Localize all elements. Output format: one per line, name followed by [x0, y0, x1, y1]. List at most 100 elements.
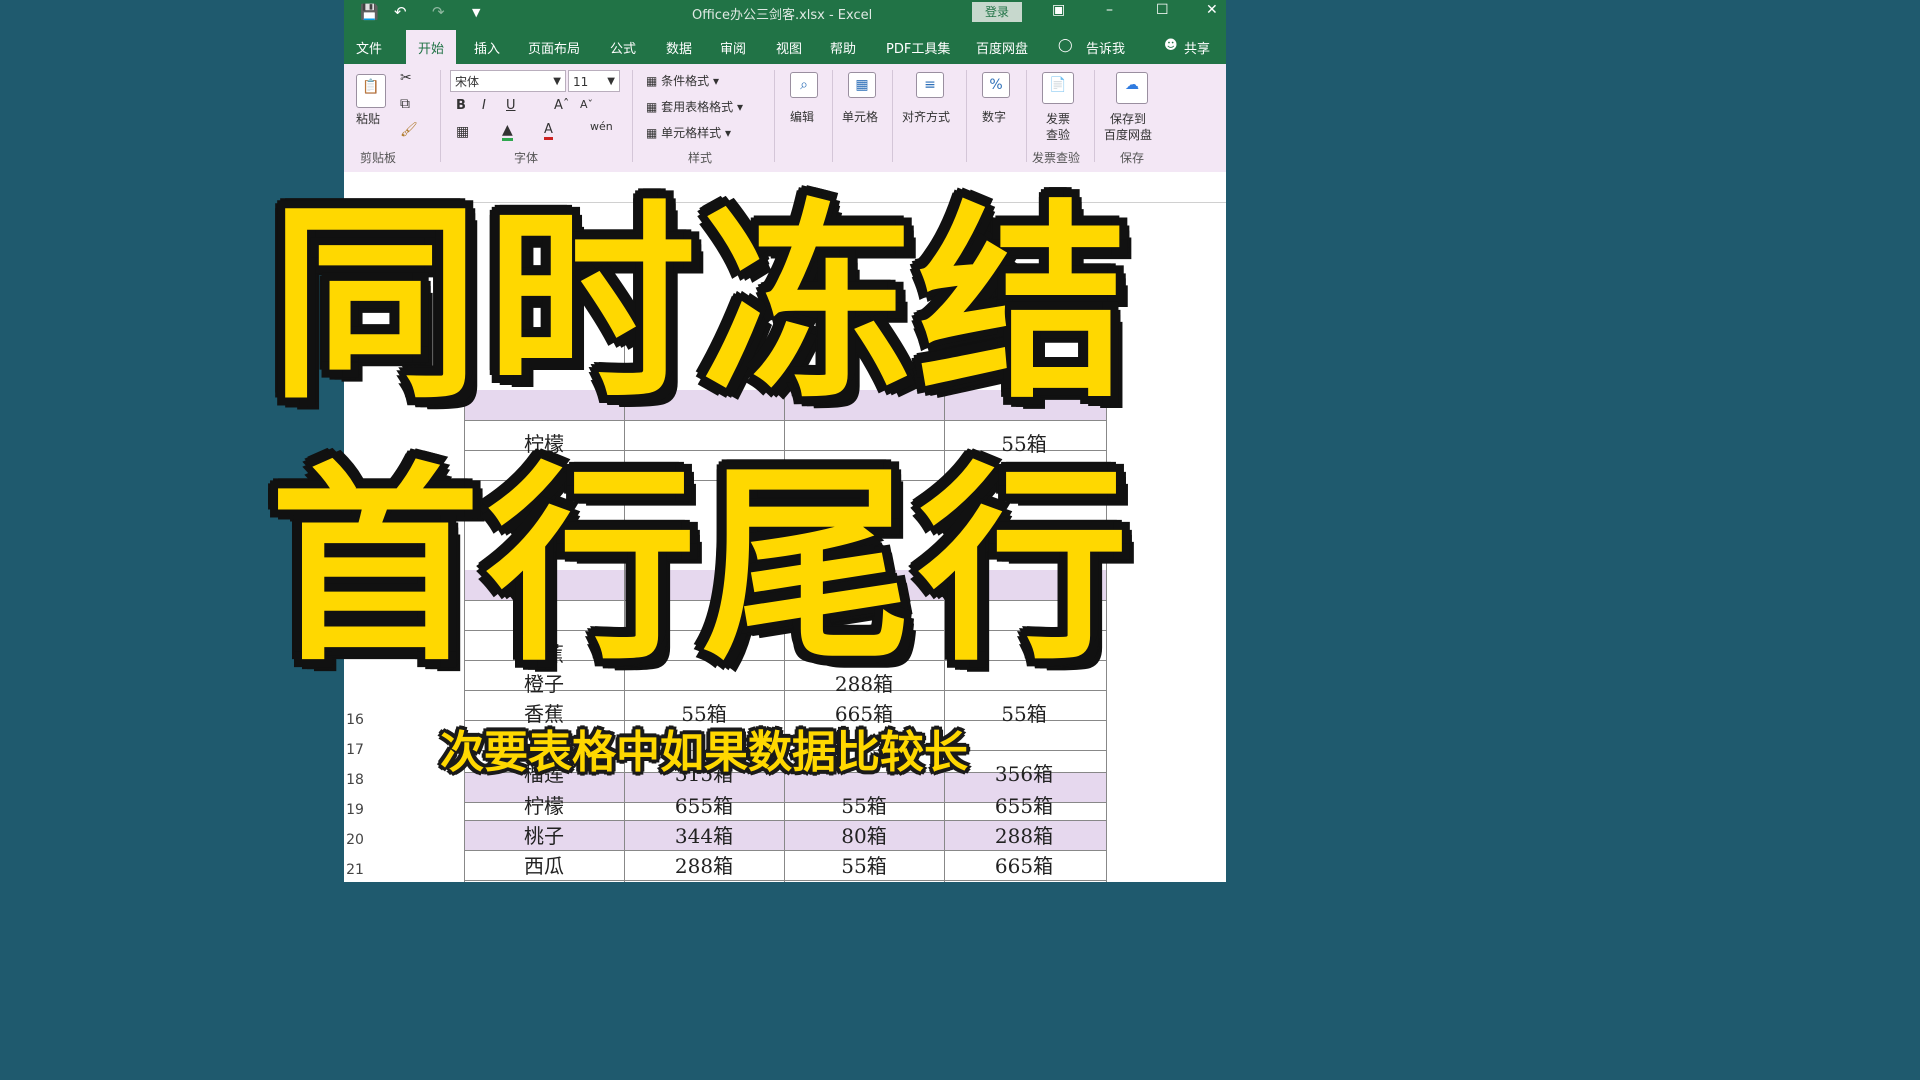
alignment-button[interactable]: 对齐方式: [902, 108, 950, 125]
ribbon-display-icon[interactable]: ▣: [1052, 2, 1065, 18]
font-name-select[interactable]: 宋体 ▼: [450, 70, 566, 92]
tab-formulas[interactable]: 公式: [610, 38, 636, 57]
redo-icon[interactable]: ↷: [432, 3, 445, 21]
bold-icon[interactable]: B: [456, 98, 466, 113]
ribbon-separator: [1094, 70, 1095, 162]
baidu-netdisk-icon[interactable]: ☁: [1116, 72, 1148, 104]
lightbulb-icon: ◯: [1058, 38, 1073, 53]
table-cell[interactable]: 55箱: [784, 790, 944, 819]
table-cell[interactable]: 80箱: [784, 820, 944, 849]
save-to-baidu-label-2[interactable]: 百度网盘: [1104, 126, 1152, 143]
format-as-table-button[interactable]: ▦ 套用表格格式 ▾: [646, 98, 743, 115]
title-bar: 💾 ↶ ↷ ▼ Office办公三剑客.xlsx - Excel 登录 ▣ – …: [344, 0, 1226, 26]
tab-help[interactable]: 帮助: [830, 38, 856, 57]
increase-font-icon[interactable]: Aˆ: [554, 98, 569, 113]
table-cell[interactable]: 西瓜: [464, 850, 624, 879]
paste-icon[interactable]: 📋: [356, 74, 386, 108]
close-icon[interactable]: ✕: [1206, 2, 1218, 18]
table-cell[interactable]: 655箱: [624, 790, 784, 819]
align-icon[interactable]: ≡: [916, 72, 944, 98]
tab-review[interactable]: 审阅: [720, 38, 746, 57]
ribbon-separator: [632, 70, 633, 162]
table-cell[interactable]: 柠檬: [464, 790, 624, 819]
copy-icon[interactable]: ⧉: [400, 96, 410, 112]
phonetic-icon[interactable]: wén: [590, 120, 613, 133]
save-icon[interactable]: 💾: [360, 3, 379, 21]
conditional-format-button[interactable]: ▦ 条件格式 ▾: [646, 72, 719, 89]
cut-icon[interactable]: ✂: [400, 70, 412, 86]
font-group-label: 字体: [514, 151, 539, 165]
tab-home[interactable]: 开始: [406, 30, 457, 64]
tab-page-layout[interactable]: 页面布局: [528, 38, 580, 57]
invoice-label-2[interactable]: 查验: [1046, 126, 1070, 143]
format-painter-icon[interactable]: 🖌: [400, 122, 418, 138]
font-name-value: 宋体: [455, 75, 480, 89]
row-number[interactable]: 21: [344, 862, 366, 878]
font-size-select[interactable]: 11 ▼: [568, 70, 620, 92]
cell-styles-label: 单元格样式: [661, 126, 722, 140]
minimize-icon[interactable]: –: [1106, 2, 1113, 18]
table-cell[interactable]: 356箱: [944, 758, 1104, 787]
font-color-icon[interactable]: A: [544, 122, 553, 140]
italic-icon[interactable]: I: [482, 98, 486, 113]
tab-baidu-netdisk[interactable]: 百度网盘: [976, 38, 1028, 57]
clipboard-group-label: 剪贴板: [360, 151, 397, 165]
ribbon-separator: [892, 70, 893, 162]
paste-label[interactable]: 粘贴: [356, 110, 380, 127]
table-cell[interactable]: 288箱: [944, 820, 1104, 849]
share-button[interactable]: 共享: [1184, 38, 1210, 57]
fill-color-icon[interactable]: ▲: [502, 122, 513, 141]
ribbon-separator: [832, 70, 833, 162]
table-cell[interactable]: 桃子: [464, 820, 624, 849]
row-number[interactable]: 20: [344, 832, 366, 848]
cell-styles-button[interactable]: ▦ 单元格样式 ▾: [646, 124, 731, 141]
ribbon-home: 📋 粘贴 ✂ ⧉ 🖌 剪贴板 宋体 ▼ 11 ▼ B I U Aˆ Aˇ ▦ ▲…: [344, 64, 1226, 172]
tab-view[interactable]: 视图: [776, 38, 802, 57]
row-number[interactable]: 16: [344, 712, 366, 728]
percent-icon[interactable]: %: [982, 72, 1010, 98]
invoice-group-label: 发票查验: [1032, 151, 1081, 165]
table-cell[interactable]: 665箱: [944, 850, 1104, 879]
edit-button[interactable]: 编辑: [790, 108, 814, 125]
ribbon-separator: [966, 70, 967, 162]
font-size-value: 11: [573, 75, 589, 89]
undo-icon[interactable]: ↶: [394, 3, 407, 21]
invoice-check-icon[interactable]: 📄: [1042, 72, 1074, 104]
search-icon[interactable]: ⌕: [790, 72, 818, 98]
overlay-subtitle: 次要表格中如果数据比较长: [440, 727, 968, 778]
table-cell[interactable]: 288箱: [624, 850, 784, 879]
login-button[interactable]: 登录: [972, 2, 1022, 22]
table-cell[interactable]: 55箱: [944, 698, 1104, 727]
invoice-label-1[interactable]: 发票: [1046, 110, 1070, 127]
styles-group-label: 样式: [688, 151, 713, 165]
underline-icon[interactable]: U: [506, 98, 516, 113]
row-number[interactable]: 18: [344, 772, 366, 788]
row-number[interactable]: 19: [344, 802, 366, 818]
conditional-format-label: 条件格式: [661, 74, 710, 88]
save-group-label: 保存: [1120, 151, 1145, 165]
format-as-table-label: 套用表格格式: [661, 100, 734, 114]
chevron-down-icon: ▼: [553, 76, 561, 87]
customize-qat-icon[interactable]: ▼: [472, 6, 480, 19]
tab-file[interactable]: 文件: [356, 38, 382, 57]
number-button[interactable]: 数字: [982, 108, 1006, 125]
decrease-font-icon[interactable]: Aˇ: [580, 98, 593, 111]
tell-me-box[interactable]: 告诉我: [1086, 38, 1125, 57]
maximize-icon[interactable]: ☐: [1156, 2, 1169, 18]
border-icon[interactable]: ▦: [456, 124, 469, 140]
table-cell[interactable]: 655箱: [944, 790, 1104, 819]
ribbon-tabs: 文件 开始 插入 页面布局 公式 数据 审阅 视图 帮助 PDF工具集 百度网盘…: [344, 26, 1226, 64]
row-number[interactable]: 17: [344, 742, 366, 758]
tab-pdf-tools[interactable]: PDF工具集: [886, 38, 950, 57]
tab-data[interactable]: 数据: [666, 38, 692, 57]
share-icon[interactable]: ☻: [1164, 38, 1178, 53]
cells-icon[interactable]: ▦: [848, 72, 876, 98]
chevron-down-icon: ▼: [607, 76, 615, 87]
table-cell[interactable]: 344箱: [624, 820, 784, 849]
ribbon-separator: [774, 70, 775, 162]
cells-button[interactable]: 单元格: [842, 108, 878, 125]
save-to-baidu-label-1[interactable]: 保存到: [1110, 110, 1146, 127]
table-cell[interactable]: 55箱: [784, 850, 944, 879]
ribbon-separator: [440, 70, 441, 162]
tab-insert[interactable]: 插入: [474, 38, 500, 57]
